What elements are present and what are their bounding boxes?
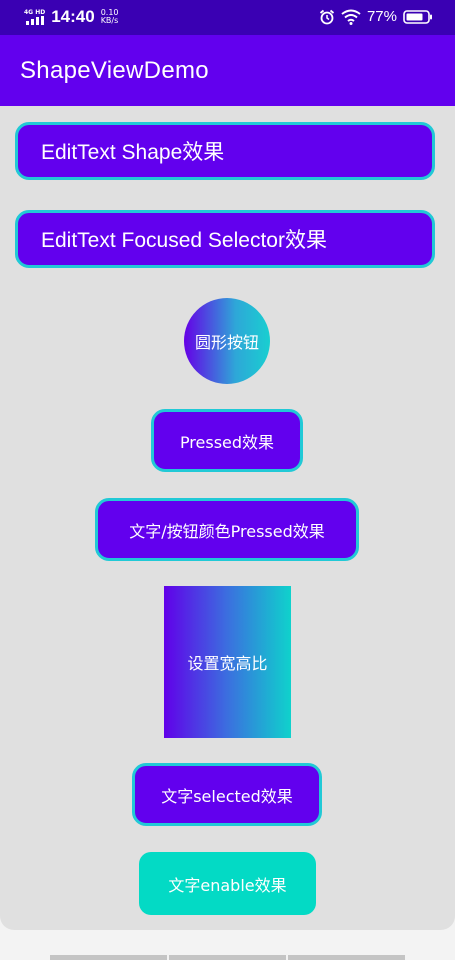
- tab-indicator: [50, 955, 167, 960]
- circle-button[interactable]: 圆形按钮: [184, 298, 270, 384]
- app-title: ShapeViewDemo: [20, 57, 209, 84]
- bottom-tab-strip: [50, 955, 405, 960]
- text-color-pressed-button[interactable]: 文字/按钮颜色Pressed效果: [95, 498, 359, 561]
- edittext-focused-selector[interactable]: EditText Focused Selector效果: [15, 210, 435, 268]
- status-left: 4G HD 14:40 0.10 KB/s: [24, 7, 119, 27]
- edittext-shape[interactable]: EditText Shape效果: [15, 122, 435, 180]
- signal-icon: 4G HD: [24, 9, 45, 25]
- status-bar: 4G HD 14:40 0.10 KB/s 77%: [0, 0, 455, 35]
- pressed-button[interactable]: Pressed效果: [151, 409, 303, 472]
- battery-percent: 77%: [366, 8, 397, 25]
- aspect-ratio-view[interactable]: 设置宽高比: [164, 586, 291, 738]
- selected-button[interactable]: 文字selected效果: [132, 763, 322, 826]
- app-bar: ShapeViewDemo: [0, 35, 455, 106]
- clock: 14:40: [51, 7, 95, 26]
- alarm-icon: [319, 9, 335, 24]
- speed-unit: KB/s: [100, 16, 119, 25]
- wifi-icon: [341, 9, 361, 25]
- status-right: 77%: [319, 8, 433, 25]
- enable-button[interactable]: 文字enable效果: [139, 852, 316, 915]
- tab-indicator: [288, 955, 405, 960]
- network-speed: 0.10 KB/s: [101, 9, 119, 25]
- tab-indicator: [169, 955, 286, 960]
- battery-icon: [403, 9, 432, 24]
